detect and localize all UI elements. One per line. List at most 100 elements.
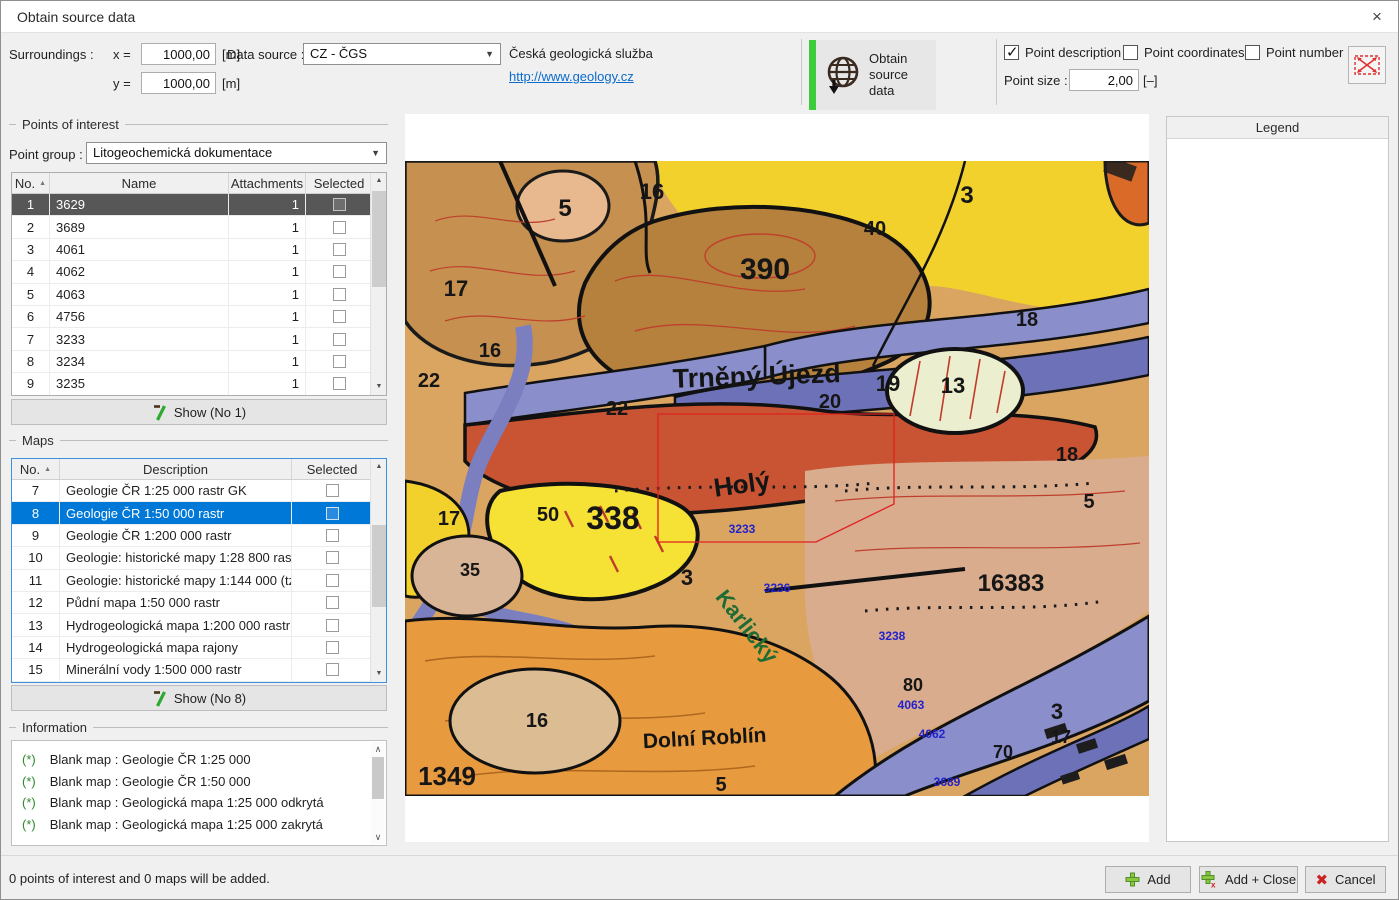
point-group-dropdown[interactable]: Litogeochemická dokumentace ▼ — [86, 142, 387, 164]
row-selected-checkbox[interactable] — [326, 619, 339, 632]
maps-table: No.▲ Description Selected 7 Geologie ČR … — [11, 458, 387, 683]
status-text: 0 points of interest and 0 maps will be … — [9, 871, 270, 886]
points-table-row[interactable]: 6 4756 1 — [12, 306, 372, 328]
maps-table-scrollbar[interactable]: ▲ ▼ — [370, 459, 386, 682]
row-selected-checkbox[interactable] — [333, 310, 346, 323]
scroll-down-icon: ▼ — [371, 666, 387, 682]
obtain-source-data-button[interactable]: Obtain source data — [809, 40, 936, 110]
col-header-description[interactable]: Description — [60, 459, 292, 479]
row-attachments: 1 — [229, 373, 306, 394]
row-selected-checkbox[interactable] — [333, 243, 346, 256]
geological-map[interactable]: 1716516390403222220131819185175033835316… — [405, 161, 1149, 796]
row-selected-checkbox[interactable] — [326, 529, 339, 542]
col-header-no[interactable]: No.▲ — [12, 173, 50, 193]
points-table-row[interactable]: 4 4062 1 — [12, 261, 372, 283]
maps-table-row[interactable]: 15 Minerální vody 1:500 000 rastr — [12, 659, 372, 681]
points-table-row[interactable]: 7 3233 1 — [12, 328, 372, 350]
maps-table-row[interactable]: 14 Hydrogeologická mapa rajony — [12, 637, 372, 659]
row-selected-checkbox[interactable] — [333, 265, 346, 278]
col-header-selected[interactable]: Selected — [306, 173, 372, 193]
point-coordinates-checkbox[interactable] — [1123, 45, 1138, 60]
point-number-checkbox[interactable] — [1245, 45, 1260, 60]
row-no: 14 — [12, 637, 60, 658]
close-icon[interactable]: × — [1362, 3, 1392, 31]
add-button[interactable]: Add — [1105, 866, 1191, 893]
map-region-number: 80 — [903, 675, 923, 695]
point-size-label: Point size : — [1004, 73, 1068, 88]
row-selected-checkbox[interactable] — [326, 551, 339, 564]
col-header-selected[interactable]: Selected — [292, 459, 372, 479]
maps-table-row[interactable]: 8 Geologie ČR 1:50 000 rastr — [12, 502, 372, 524]
row-selected-checkbox[interactable] — [333, 355, 346, 368]
map-region-number: 390 — [740, 253, 790, 286]
map-region-number: 3 — [681, 565, 693, 590]
data-source-dropdown[interactable]: CZ - ČGS ▼ — [303, 43, 501, 65]
scroll-down-icon: ▼ — [371, 379, 387, 395]
information-item: (*)Blank map : Geologická mapa 1:25 000 … — [22, 814, 366, 836]
points-table-row[interactable]: 3 4061 1 — [12, 239, 372, 261]
surroundings-y-input[interactable] — [141, 72, 216, 94]
surroundings-x-input[interactable] — [141, 43, 216, 65]
show-point-button[interactable]: Show (No 1) — [11, 399, 387, 425]
add-close-button[interactable]: x Add + Close — [1199, 866, 1298, 893]
group-title: Maps — [22, 433, 54, 448]
maps-table-row[interactable]: 7 Geologie ČR 1:25 000 rastr GK — [12, 480, 372, 502]
row-selected-checkbox[interactable] — [333, 288, 346, 301]
col-header-attachments[interactable]: Attachments — [229, 173, 306, 193]
row-no: 8 — [12, 351, 50, 372]
map-region-number: 5 — [558, 195, 571, 222]
points-table-row[interactable]: 2 3689 1 — [12, 216, 372, 238]
fit-extents-button[interactable] — [1348, 46, 1386, 84]
maps-table-row[interactable]: 12 Půdní mapa 1:50 000 rastr — [12, 592, 372, 614]
globe-download-icon — [821, 53, 863, 97]
map-region-number: 50 — [537, 504, 559, 526]
row-selected-checkbox[interactable] — [333, 377, 346, 390]
col-header-no[interactable]: No.▲ — [12, 459, 60, 479]
map-region-number: 20 — [819, 391, 841, 413]
row-no: 7 — [12, 328, 50, 349]
show-map-button[interactable]: Show (No 8) — [11, 685, 387, 711]
maps-table-row[interactable]: 10 Geologie: historické mapy 1:28 800 ra… — [12, 547, 372, 569]
point-description-checkbox[interactable] — [1004, 45, 1019, 60]
point-size-input[interactable] — [1069, 69, 1139, 91]
data-source-label: Data source : — [227, 47, 304, 62]
obtain-button-label: Obtain source data — [869, 51, 936, 99]
maps-table-row[interactable]: 11 Geologie: historické mapy 1:144 000 (… — [12, 570, 372, 592]
points-table-row[interactable]: 1 3629 1 — [12, 194, 372, 216]
row-selected-checkbox[interactable] — [333, 221, 346, 234]
col-header-name[interactable]: Name — [50, 173, 229, 193]
sort-asc-icon: ▲ — [44, 466, 51, 473]
map-region-number: 18 — [1056, 444, 1078, 466]
row-no: 12 — [12, 592, 60, 613]
information-scrollbar[interactable]: ∧ ∨ — [371, 742, 385, 844]
row-selected-checkbox[interactable] — [326, 663, 339, 676]
show-icon — [152, 690, 167, 707]
row-attachments: 1 — [229, 261, 306, 282]
row-selected-checkbox[interactable] — [333, 333, 346, 346]
points-table-scrollbar[interactable]: ▲ ▼ — [370, 173, 386, 395]
row-name: 3234 — [50, 351, 229, 372]
maps-table-row[interactable]: 9 Geologie ČR 1:200 000 rastr — [12, 525, 372, 547]
row-no: 2 — [12, 216, 50, 237]
provider-link[interactable]: http://www.geology.cz — [509, 69, 634, 84]
row-selected-checkbox[interactable] — [326, 484, 339, 497]
points-table-row[interactable]: 8 3234 1 — [12, 351, 372, 373]
row-no: 3 — [12, 239, 50, 260]
row-selected-checkbox[interactable] — [326, 641, 339, 654]
row-selected-checkbox[interactable] — [333, 198, 346, 211]
information-box: (*)Blank map : Geologie ČR 1:25 000 (*)B… — [11, 740, 387, 846]
points-table-row[interactable]: 9 3235 1 — [12, 373, 372, 395]
row-no: 8 — [12, 502, 60, 523]
cancel-button[interactable]: ✖ Cancel — [1305, 866, 1386, 893]
maps-table-row[interactable]: 13 Hydrogeologická mapa 1:200 000 rastr — [12, 614, 372, 636]
information-group-header: Information — [9, 720, 388, 735]
row-selected-checkbox[interactable] — [326, 574, 339, 587]
map-region-number: 17 — [1051, 727, 1071, 747]
points-table-row[interactable]: 5 4063 1 — [12, 284, 372, 306]
map-view[interactable]: 1716516390403222220131819185175033835316… — [405, 114, 1149, 842]
row-selected-checkbox[interactable] — [326, 596, 339, 609]
plus-icon — [1125, 872, 1140, 887]
row-no: 6 — [12, 306, 50, 327]
map-region-number: 35 — [460, 560, 480, 580]
row-selected-checkbox[interactable] — [326, 507, 339, 520]
